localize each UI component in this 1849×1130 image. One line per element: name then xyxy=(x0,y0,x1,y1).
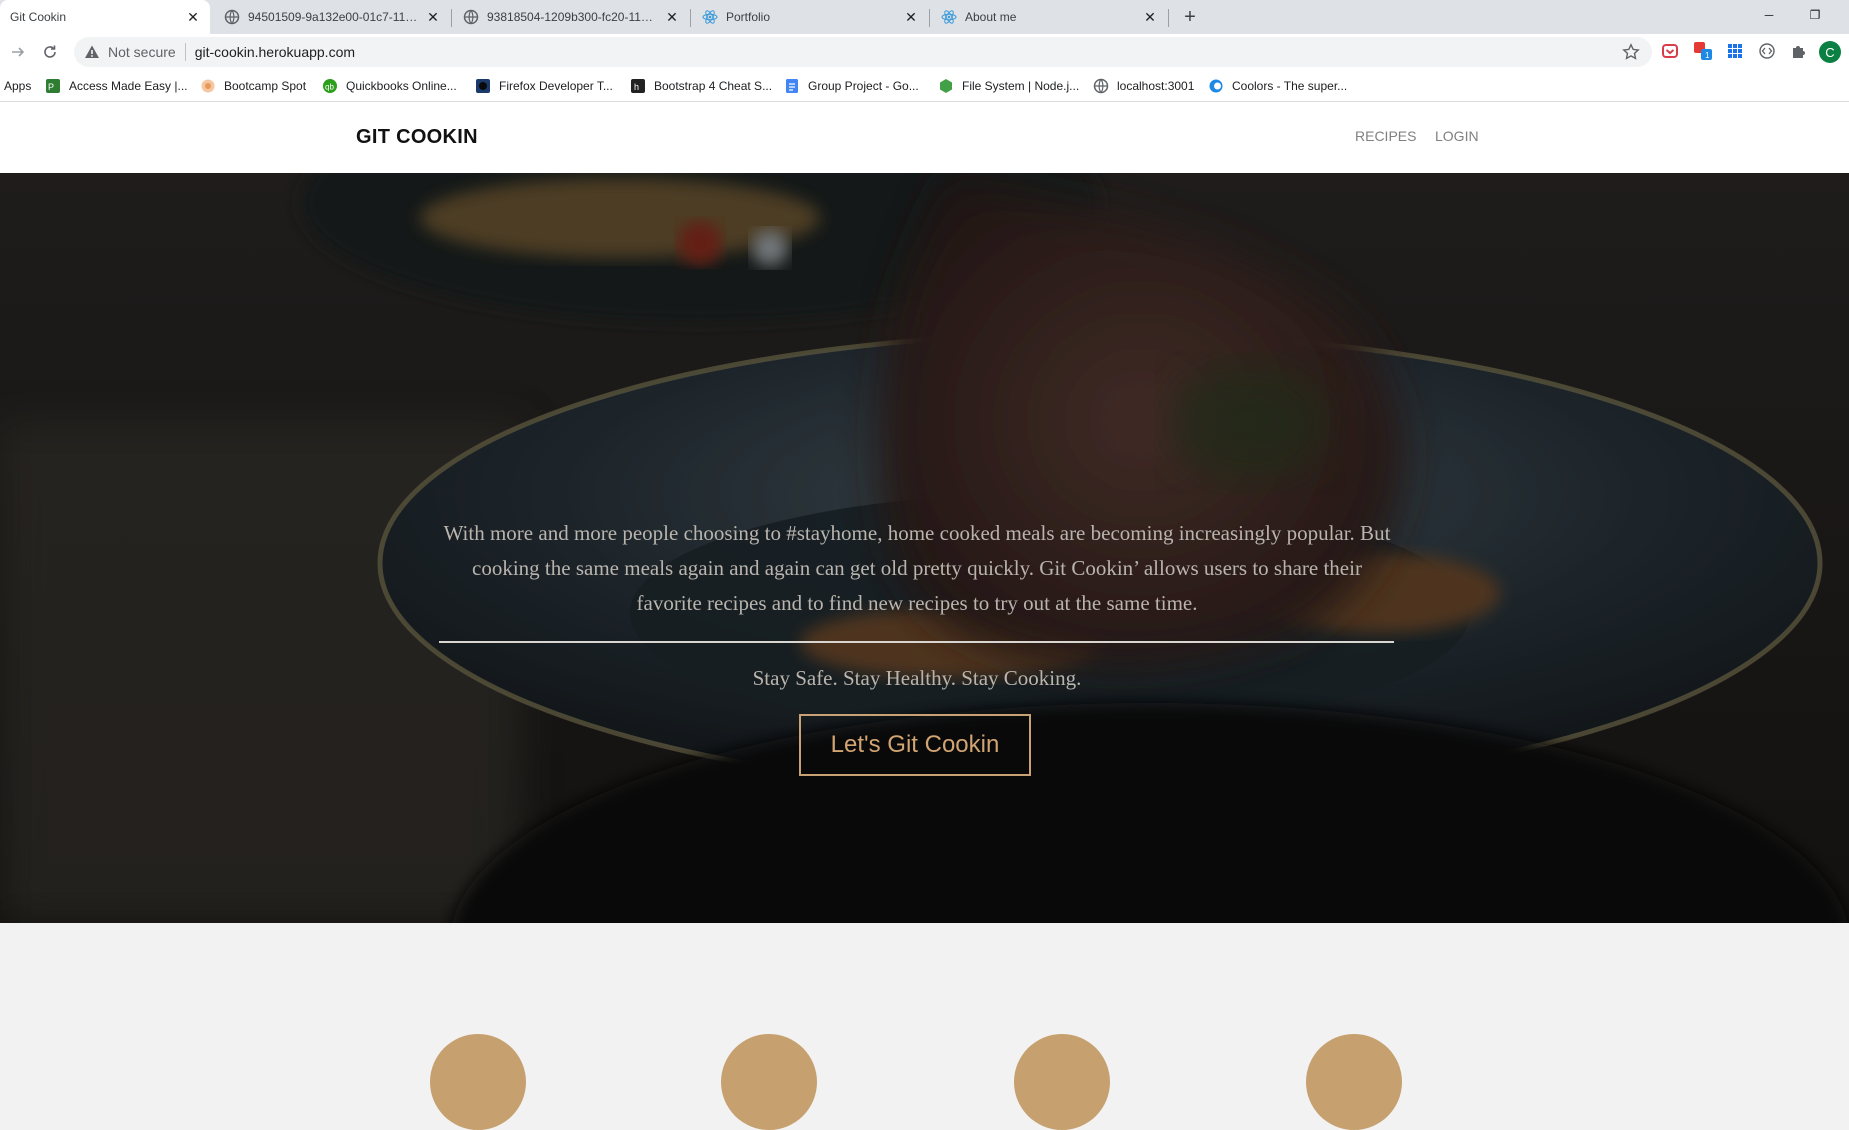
tab-portfolio[interactable]: Portfolio ✕ xyxy=(692,0,928,34)
bookmark-label: File System | Node.j... xyxy=(962,79,1080,93)
bookmark-bootcamp-spot[interactable]: Bootcamp Spot xyxy=(200,77,306,95)
bookmark-nodejs-fs[interactable]: File System | Node.j... xyxy=(938,77,1079,95)
close-icon[interactable]: ✕ xyxy=(1141,8,1159,26)
tab-image-1[interactable]: 94501509-9a132e00-01c7-11eb- ✕ xyxy=(214,0,450,34)
browser-toolbar: Not secure git-cookin.herokuapp.com xyxy=(0,34,1849,70)
bookmark-apps[interactable]: Apps xyxy=(4,77,31,95)
bookmark-label: Firefox Developer T... xyxy=(499,79,613,93)
bookmarks-bar: Apps P Access Made Easy |... Bootcamp Sp… xyxy=(0,70,1849,102)
svg-text:qb: qb xyxy=(325,83,334,92)
quickbooks-icon: qb xyxy=(322,78,338,94)
tab-title: Portfolio xyxy=(726,10,771,24)
tab-git-cookin[interactable]: Git Cookin ✕ xyxy=(0,0,210,34)
access-icon: P xyxy=(45,78,61,94)
hero-intro-line: cooking the same meals again and again c… xyxy=(472,556,1362,580)
pocket-extension-icon[interactable] xyxy=(1659,40,1681,62)
nav-recipes-link[interactable]: RECIPES xyxy=(1355,128,1416,144)
bookmark-label: Access Made Easy |... xyxy=(69,79,188,93)
google-docs-icon xyxy=(784,78,800,94)
svg-text:P: P xyxy=(48,82,54,92)
bookmark-label: Bootstrap 4 Cheat S... xyxy=(654,79,773,93)
grid-extension-icon[interactable] xyxy=(1724,40,1746,62)
bookmark-group-project[interactable]: Group Project - Go... xyxy=(784,77,919,95)
bookmark-bootstrap-cheat[interactable]: h Bootstrap 4 Cheat S... xyxy=(630,77,772,95)
feature-icon-circle xyxy=(721,1034,817,1130)
tab-image-2[interactable]: 93818504-1209b300-fc20-11ea- ✕ xyxy=(453,0,689,34)
bookmark-label: Coolors - The super... xyxy=(1232,79,1348,93)
bootcamp-icon xyxy=(200,78,216,94)
bookmark-label: Group Project - Go... xyxy=(808,79,919,93)
globe-icon xyxy=(1093,78,1109,94)
feature-icon-circle xyxy=(1306,1034,1402,1130)
hero-intro-text: With more and more people choosing to #s… xyxy=(438,516,1396,621)
bookmark-quickbooks[interactable]: qb Quickbooks Online... xyxy=(322,77,457,95)
translate-extension-icon[interactable]: 1 xyxy=(1692,40,1714,62)
warning-icon xyxy=(85,45,99,58)
hero-tagline: Stay Safe. Stay Healthy. Stay Cooking. xyxy=(752,666,1082,690)
hero-section: With more and more people choosing to #s… xyxy=(0,173,1849,923)
bookmark-label: Bootcamp Spot xyxy=(224,79,307,93)
profile-avatar[interactable]: C xyxy=(1819,41,1841,63)
tab-about-me[interactable]: About me ✕ xyxy=(931,0,1167,34)
tab-title: 93818504-1209b300-fc20-11ea- xyxy=(487,10,659,24)
hero-intro-line: With more and more people choosing to #s… xyxy=(443,521,1391,545)
close-icon[interactable]: ✕ xyxy=(902,8,920,26)
feature-icon-circle xyxy=(430,1034,526,1130)
bookmark-access-made-easy[interactable]: P Access Made Easy |... xyxy=(45,77,188,95)
bookmark-label: Apps xyxy=(4,79,32,93)
reload-button[interactable] xyxy=(38,40,62,64)
globe-icon xyxy=(463,9,479,25)
address-bar[interactable]: Not secure git-cookin.herokuapp.com xyxy=(74,37,1652,67)
tab-strip: Git Cookin ✕ 94501509-9a132e00-01c7-11eb… xyxy=(0,0,1849,34)
nodejs-icon xyxy=(938,78,954,94)
security-status[interactable]: Not secure xyxy=(108,44,176,60)
bookmark-label: Quickbooks Online... xyxy=(346,79,457,93)
minimize-button[interactable]: ─ xyxy=(1746,0,1792,30)
svg-text:h: h xyxy=(634,82,639,92)
tab-separator xyxy=(929,9,930,27)
feature-icon-circle xyxy=(1014,1034,1110,1130)
close-icon[interactable]: ✕ xyxy=(663,8,681,26)
tab-title: Git Cookin xyxy=(10,10,67,24)
hero-divider xyxy=(439,641,1394,643)
close-icon[interactable]: ✕ xyxy=(424,8,442,26)
globe-icon xyxy=(224,9,240,25)
site-navbar: GIT COOKIN RECIPES LOGIN xyxy=(0,102,1849,173)
tab-separator xyxy=(451,9,452,27)
bookmark-localhost[interactable]: localhost:3001 xyxy=(1093,77,1194,95)
features-section xyxy=(0,923,1849,1130)
firefox-icon xyxy=(475,78,491,94)
site-brand[interactable]: GIT COOKIN xyxy=(356,126,478,149)
reload-icon xyxy=(44,45,56,58)
bookmark-firefox-dev[interactable]: Firefox Developer T... xyxy=(475,77,613,95)
react-icon xyxy=(702,9,718,25)
forward-button[interactable] xyxy=(6,40,30,64)
forward-icon xyxy=(12,47,25,57)
close-icon[interactable]: ✕ xyxy=(184,8,202,26)
hero-intro-line: favorite recipes and to find new recipes… xyxy=(636,591,1198,615)
url-text[interactable]: git-cookin.herokuapp.com xyxy=(195,44,355,60)
hackerthemes-icon: h xyxy=(630,78,646,94)
tab-title: 94501509-9a132e00-01c7-11eb- xyxy=(248,10,423,24)
bookmark-label: localhost:3001 xyxy=(1117,79,1195,93)
bookmark-coolors[interactable]: Coolors - The super... xyxy=(1208,77,1347,95)
code-extension-icon[interactable] xyxy=(1756,40,1778,62)
svg-text:1: 1 xyxy=(1705,51,1710,60)
new-tab-button[interactable]: + xyxy=(1178,5,1202,29)
lets-git-cookin-button[interactable]: Let's Git Cookin xyxy=(799,714,1031,776)
coolors-icon xyxy=(1208,78,1224,94)
tab-separator xyxy=(1168,9,1169,27)
omnibox-divider xyxy=(184,43,186,61)
react-icon xyxy=(941,9,957,25)
restore-button[interactable]: ❐ xyxy=(1792,0,1838,30)
bookmark-star-icon[interactable] xyxy=(1622,43,1640,61)
nav-login-link[interactable]: LOGIN xyxy=(1435,128,1479,144)
extensions-puzzle-icon[interactable] xyxy=(1788,40,1810,62)
tab-title: About me xyxy=(965,10,1017,24)
tab-separator xyxy=(690,9,691,27)
